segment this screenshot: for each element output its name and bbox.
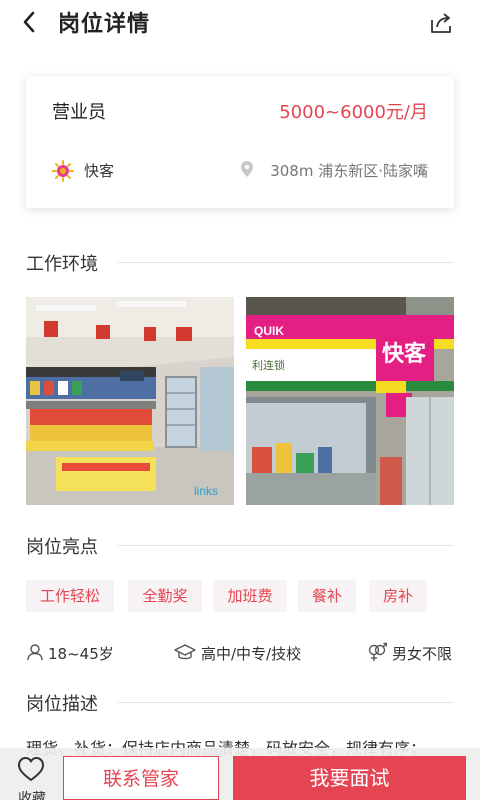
share-icon (431, 13, 451, 33)
highlight-tag: 房补 (369, 580, 427, 612)
storefront-sign: 快客 (382, 341, 427, 367)
favorite-button[interactable]: 收藏 (0, 748, 62, 800)
back-button[interactable] (18, 8, 46, 36)
contact-manager-button[interactable]: 联系管家 (63, 756, 219, 800)
environment-photo-interior[interactable]: links (26, 297, 234, 505)
highlight-tag: 工作轻松 (26, 580, 114, 612)
apply-interview-button[interactable]: 我要面试 (233, 756, 466, 800)
highlights-section-header: 岗位亮点 (26, 533, 454, 558)
environment-section-header: 工作环境 (26, 250, 454, 275)
company-name: 快客 (84, 162, 115, 180)
requirement-age: 18~45岁 (48, 645, 114, 663)
heart-icon (18, 757, 44, 781)
requirement-education: 高中/中专/技校 (201, 645, 302, 663)
section-title: 岗位亮点 (26, 537, 98, 558)
storefront-quik: QUIK (254, 324, 284, 338)
location-pin-icon (240, 160, 254, 178)
requirement-gender: 男女不限 (392, 645, 453, 663)
job-salary: 5000~6000元/月 (279, 102, 428, 123)
gender-icon (367, 642, 388, 662)
environment-photo-storefront[interactable]: QUIK 利连锁 快客 (246, 297, 454, 505)
highlight-tag: 餐补 (298, 580, 356, 612)
job-title: 营业员 (52, 102, 106, 123)
section-divider (118, 702, 454, 703)
company-logo-icon (52, 160, 74, 182)
bottom-action-bar: 收藏 联系管家 我要面试 (0, 748, 480, 800)
chevron-left-icon (23, 11, 35, 33)
highlight-tag: 加班费 (213, 580, 287, 612)
favorite-label: 收藏 (18, 791, 46, 800)
header: 岗位详情 (0, 0, 480, 48)
share-button[interactable] (428, 10, 454, 36)
section-title: 工作环境 (26, 254, 98, 275)
description-section-header: 岗位描述 (26, 690, 454, 715)
photo-watermark: links (194, 484, 218, 498)
section-divider (118, 545, 454, 546)
page-title: 岗位详情 (58, 12, 151, 37)
job-summary-card: 营业员 5000~6000元/月 快客 308m 浦东新区·陆家嘴 (26, 76, 454, 208)
section-title: 岗位描述 (26, 694, 98, 715)
section-divider (118, 262, 454, 263)
storefront-chain: 利连锁 (252, 358, 285, 372)
highlight-tag: 全勤奖 (128, 580, 202, 612)
job-location: 308m 浦东新区·陆家嘴 (270, 162, 428, 180)
graduation-cap-icon (174, 643, 196, 661)
person-icon (26, 643, 44, 661)
